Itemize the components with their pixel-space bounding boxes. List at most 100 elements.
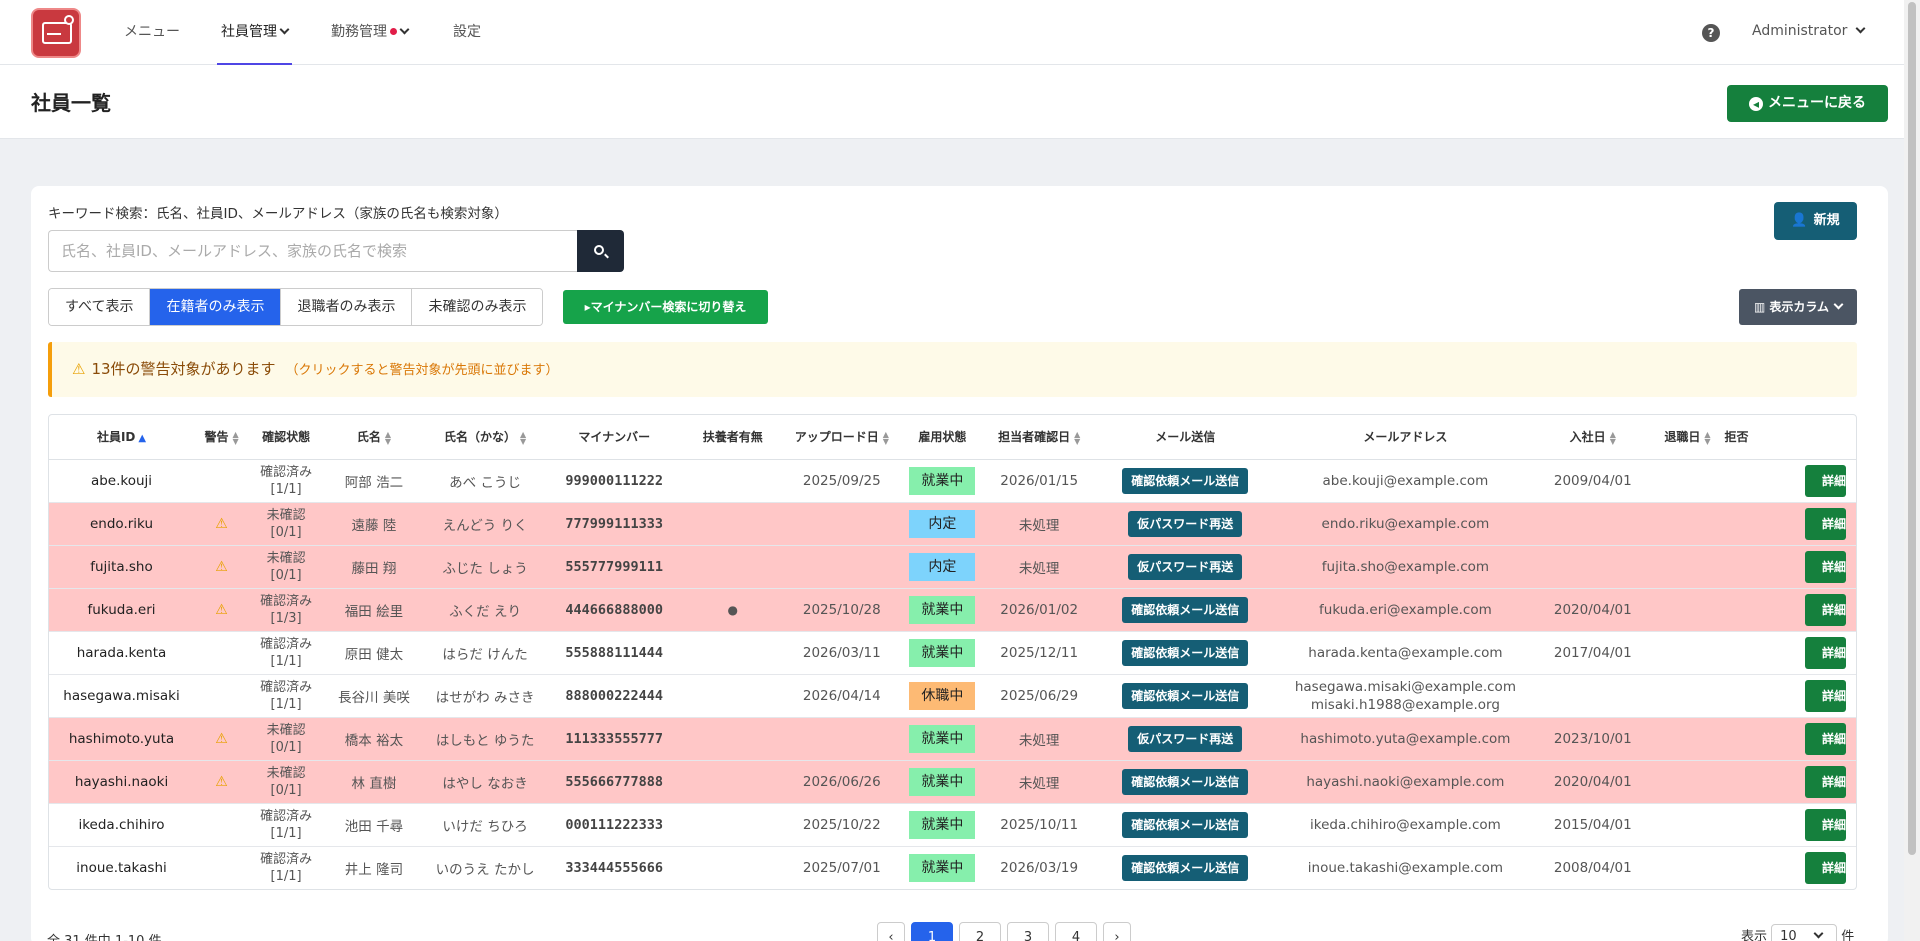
mynumber-search-toggle-button[interactable]: ▸マイナンバー検索に切り替え — [563, 290, 768, 324]
warning-banner[interactable]: ⚠ 13件の警告対象があります （クリックすると警告対象が先頭に並びます） — [48, 342, 1857, 397]
status-text: 確認済み [1/1] — [260, 464, 313, 497]
mail-send-button[interactable]: 確認依頼メール送信 — [1122, 596, 1249, 623]
user-menu[interactable]: Administrator — [1752, 0, 1866, 65]
filter-toggle-group: すべて表示 在籍者のみ表示 退職者のみ表示 未確認のみ表示 — [48, 288, 544, 326]
cell-retire-date — [1650, 673, 1725, 717]
new-employee-button[interactable]: 👤 新規 — [1774, 202, 1857, 240]
col-join-date[interactable]: 入社日 ▲ ▼ — [1535, 415, 1651, 460]
detail-button[interactable]: 詳細 — [1805, 550, 1846, 583]
scrollbar-thumb[interactable] — [1908, 2, 1916, 855]
mail-send-button[interactable]: 確認依頼メール送信 — [1122, 768, 1249, 795]
filter-active-button[interactable]: 在籍者のみ表示 — [150, 289, 282, 325]
top-nav: メニュー 社員管理 勤務管理 設定 ? Administrator — [0, 0, 1904, 65]
cell-name-kana: はせがわ みさき — [424, 673, 546, 717]
cell-upload-date: 2025/07/01 — [782, 845, 902, 889]
detail-button[interactable]: 詳細 — [1805, 636, 1846, 669]
col-confirm-date[interactable]: 担当者確認日 ▲ ▼ — [983, 415, 1095, 460]
app-logo[interactable] — [31, 8, 81, 58]
col-employee-id[interactable]: 社員ID ▲ — [49, 415, 195, 460]
detail-button[interactable]: 詳細 — [1805, 593, 1846, 626]
col-name-kana[interactable]: 氏名（かな） ▲ ▼ — [424, 415, 546, 460]
mail-send-button[interactable]: 確認依頼メール送信 — [1122, 854, 1249, 881]
vertical-scrollbar[interactable] — [1904, 0, 1920, 941]
cell-name: 藤田 翔 — [323, 544, 425, 588]
cell-name: 長谷川 美咲 — [323, 673, 425, 717]
nav-item-attendance[interactable]: 勤務管理 — [331, 0, 410, 65]
mail-send-button[interactable]: 仮パスワード再送 — [1128, 553, 1243, 580]
table-row: fujita.sho ⚠ 未確認 [0/1] 藤田 翔ふじた しょう 555777999… — [49, 544, 1856, 588]
filter-retired-button[interactable]: 退職者のみ表示 — [281, 289, 413, 325]
table-row: hayashi.naoki ⚠ 未確認 [0/1] 林 直樹 はやし なおき 555666… — [49, 759, 1856, 803]
cell-retire-date — [1650, 458, 1725, 502]
search-button[interactable] — [577, 230, 624, 272]
cell-employment: 就業中 — [901, 458, 984, 502]
cell-name: 原田 健太 — [323, 630, 425, 674]
status-text: 確認済み [1/1] — [260, 851, 313, 884]
filter-all-button[interactable]: すべて表示 — [49, 289, 151, 325]
cell-retire-date — [1650, 716, 1725, 760]
mail-send-button[interactable]: 確認依頼メール送信 — [1122, 811, 1249, 838]
cell-retire-date — [1650, 501, 1725, 545]
detail-button[interactable]: 詳細 — [1805, 722, 1846, 755]
page-button[interactable]: 1 — [911, 922, 953, 941]
detail-button[interactable]: 詳細 — [1805, 765, 1846, 798]
warning-icon: ⚠ — [215, 515, 228, 532]
per-page-select[interactable]: 10 — [1771, 924, 1838, 941]
email-text: inoue.takashi@example.com — [1307, 859, 1504, 876]
prev-page-button[interactable]: ‹ — [877, 922, 905, 941]
page-button[interactable]: 2 — [959, 922, 1001, 941]
cell-upload-date: 2025/10/22 — [782, 802, 902, 846]
filter-unconfirmed-button[interactable]: 未確認のみ表示 — [412, 289, 543, 325]
page-button[interactable]: 4 — [1055, 922, 1097, 941]
detail-button[interactable]: 詳細 — [1805, 464, 1846, 497]
mail-send-button[interactable]: 仮パスワード再送 — [1128, 725, 1243, 752]
cell-employee-id: fujita.sho — [49, 544, 195, 588]
detail-button[interactable]: 詳細 — [1805, 679, 1846, 712]
header-label: 社員ID — [96, 430, 136, 445]
mail-send-button[interactable]: 確認依頼メール送信 — [1122, 467, 1249, 494]
cell-mynumber: 111333555777 — [545, 716, 683, 760]
chevron-left-icon: ‹ — [888, 930, 894, 941]
nav-item-menu[interactable]: メニュー — [124, 0, 180, 65]
mail-send-button[interactable]: 仮パスワード再送 — [1128, 510, 1243, 537]
cell-employee-id: endo.riku — [49, 501, 195, 545]
cell-confirm-status: 確認済み [1/3] — [249, 587, 324, 631]
detail-button[interactable]: 詳細 — [1805, 808, 1846, 841]
nav-item-employee[interactable]: 社員管理 — [217, 0, 292, 65]
col-warning[interactable]: 警告 ▲ ▼ — [194, 415, 250, 460]
search-input[interactable] — [48, 230, 579, 272]
mail-send-button[interactable]: 確認依頼メール送信 — [1122, 639, 1249, 666]
back-to-menu-button[interactable]: ◂ メニューに戻る — [1727, 85, 1888, 122]
page-button[interactable]: 3 — [1007, 922, 1049, 941]
detail-button[interactable]: 詳細 — [1805, 507, 1846, 540]
sort-icon: ▲ ▼ — [384, 429, 392, 446]
detail-button[interactable]: 詳細 — [1805, 851, 1846, 884]
cell-refuse: 詳細 — [1724, 759, 1856, 803]
help-icon[interactable]: ? — [1702, 24, 1720, 42]
cell-name: 林 直樹 — [323, 759, 425, 803]
page-title: 社員一覧 — [31, 91, 111, 115]
table-row: inoue.takashi 確認済み [1/1] 井上 隆司 いのうえ たかし 3334… — [49, 845, 1856, 889]
col-name[interactable]: 氏名 ▲ ▼ — [323, 415, 425, 460]
col-retire-date[interactable]: 退職日 ▲ ▼ — [1650, 415, 1725, 460]
next-page-button[interactable]: › — [1103, 922, 1131, 941]
cell-join-date: 2015/04/01 — [1535, 802, 1651, 846]
cell-name-kana: はしもと ゆうた — [424, 716, 546, 760]
cell-email: ikeda.chihiro@example.com — [1275, 802, 1536, 846]
cell-warning: ⚠ — [194, 716, 250, 760]
cell-name-kana: いのうえ たかし — [424, 845, 546, 889]
display-columns-button[interactable]: ▥ 表示カラム — [1739, 289, 1857, 325]
cell-join-date — [1535, 544, 1651, 588]
cell-join-date: 2020/04/01 — [1535, 759, 1651, 803]
cell-upload-date: 2026/06/26 — [782, 759, 902, 803]
col-upload-date[interactable]: アップロード日 ▲ ▼ — [782, 415, 902, 460]
mail-send-button[interactable]: 確認依頼メール送信 — [1122, 682, 1249, 709]
nav-item-label: 勤務管理 — [331, 24, 387, 40]
cell-mail-send: 仮パスワード再送 — [1094, 501, 1276, 545]
cell-mynumber: 333444555666 — [545, 845, 683, 889]
email-text: hayashi.naoki@example.com — [1306, 773, 1505, 790]
cell-retire-date — [1650, 587, 1725, 631]
back-label: メニューに戻る — [1768, 95, 1866, 111]
sort-icon: ▲ ▼ — [1609, 429, 1616, 446]
nav-item-settings[interactable]: 設定 — [453, 0, 481, 65]
